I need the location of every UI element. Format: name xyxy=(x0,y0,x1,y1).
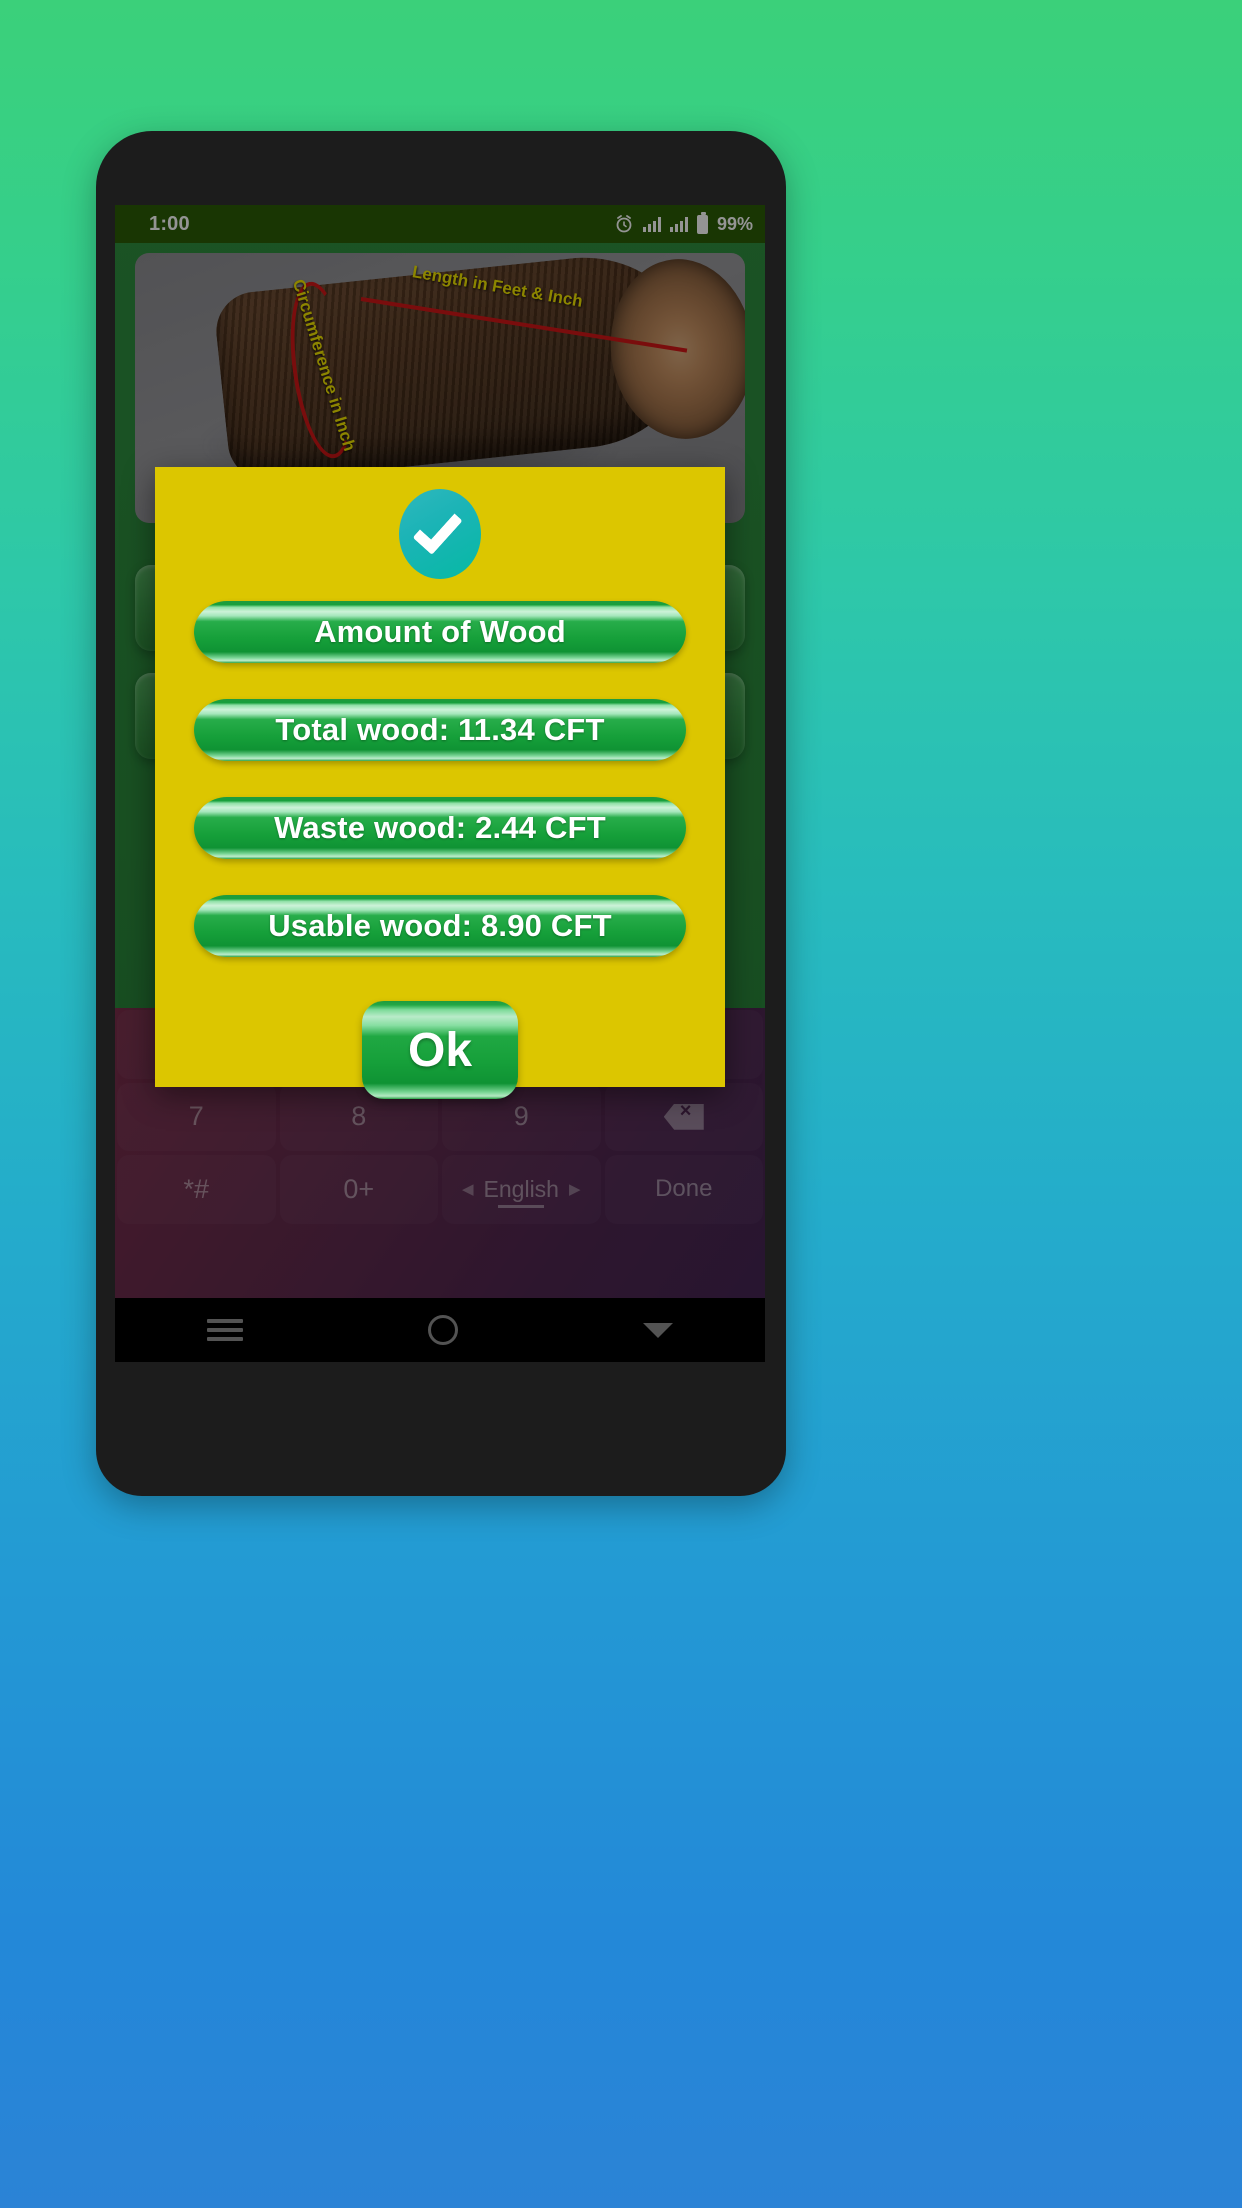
dialog-actions: Ok xyxy=(155,1001,725,1099)
ok-button[interactable]: Ok xyxy=(362,1001,518,1099)
result-total-label: Total wood: 11.34 CFT xyxy=(275,712,605,747)
result-row-waste: Waste wood: 2.44 CFT xyxy=(194,797,686,859)
dialog-title: Amount of Wood xyxy=(314,614,566,649)
check-mark-icon xyxy=(412,503,463,555)
result-row-total: Total wood: 11.34 CFT xyxy=(194,699,686,761)
dialog-title-pill: Amount of Wood xyxy=(194,601,686,663)
check-circle-icon xyxy=(399,489,481,579)
result-usable-label: Usable wood: 8.90 CFT xyxy=(268,908,612,943)
phone-screen: 1:00 99% Circumference in Inch Length in… xyxy=(115,205,765,1362)
result-row-usable: Usable wood: 8.90 CFT xyxy=(194,895,686,957)
page-background: 1:00 99% Circumference in Inch Length in… xyxy=(0,0,1242,2208)
dialog-icon-wrap xyxy=(155,489,725,579)
result-waste-label: Waste wood: 2.44 CFT xyxy=(274,810,606,845)
result-dialog: Amount of Wood Total wood: 11.34 CFT Was… xyxy=(155,467,725,1099)
